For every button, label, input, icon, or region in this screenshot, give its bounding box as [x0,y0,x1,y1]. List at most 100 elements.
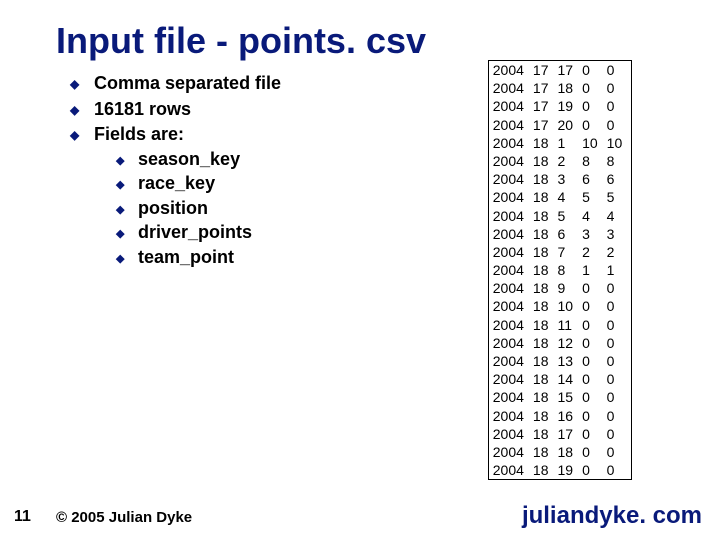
table-row: 2004181700 [491,425,629,443]
table-row: 200418288 [491,152,629,170]
table-cell: 16 [556,407,581,425]
table-row: 2004171800 [491,79,629,97]
table-cell: 4 [605,207,630,225]
table-row: 200418366 [491,170,629,188]
bullet-item: Comma separated file [70,72,420,95]
table-cell: 17 [556,61,581,79]
table-cell: 2004 [491,334,531,352]
table-cell: 0 [580,443,605,461]
bullet-item: Fields are: season_key race_key position… [70,123,420,268]
table-cell: 18 [531,134,556,152]
table-row: 2004181900 [491,461,629,479]
table-cell: 8 [556,261,581,279]
table-row: 2004171900 [491,97,629,115]
table-cell: 0 [605,316,630,334]
site-url: juliandyke. com [522,502,702,530]
table-cell: 2 [556,152,581,170]
bullet-text: Fields are: [94,124,184,144]
table-cell: 3 [580,225,605,243]
slide-title: Input file - points. csv [56,20,426,62]
table-cell: 0 [580,61,605,79]
table-cell: 0 [605,407,630,425]
table-row: 200418811 [491,261,629,279]
table-cell: 0 [605,388,630,406]
table-cell: 5 [556,207,581,225]
table-cell: 18 [531,479,556,480]
table-cell: 2004 [491,97,531,115]
table-cell: 18 [531,297,556,315]
table-cell: 0 [605,61,630,79]
sub-bullet-text: team_point [138,247,234,267]
table-row: 200418544 [491,207,629,225]
table-row: 2004181400 [491,370,629,388]
table-cell: 2004 [491,243,531,261]
table-cell: 13 [556,352,581,370]
table-row: 2004181800 [491,443,629,461]
table-row: 2004181000 [491,297,629,315]
table-cell: 18 [531,461,556,479]
table-cell: 2004 [491,79,531,97]
content-area: Comma separated file 16181 rows Fields a… [70,70,700,480]
table-row: 200418900 [491,279,629,297]
bullet-item: 16181 rows [70,98,420,121]
table-cell: 17 [531,79,556,97]
table-cell: 2004 [491,407,531,425]
table-cell: 0 [580,425,605,443]
table-cell: 18 [531,152,556,170]
table-row: 2004172000 [491,116,629,134]
bullet-text: 16181 rows [94,99,191,119]
sub-bullet-item: season_key [116,148,420,171]
table-cell: 18 [531,407,556,425]
table-cell: 0 [605,79,630,97]
table-row: 2004171700 [491,61,629,79]
table-cell: 2 [605,243,630,261]
table-cell: 18 [531,279,556,297]
table-cell: 5 [580,188,605,206]
table-cell: 17 [531,97,556,115]
table-row: 2004181100 [491,316,629,334]
table-cell: 2004 [491,116,531,134]
table-cell: 0 [580,388,605,406]
table-cell: 18 [531,207,556,225]
table-cell: 18 [531,334,556,352]
table-cell: 0 [580,352,605,370]
table-cell: 2004 [491,61,531,79]
table-cell: 18 [531,352,556,370]
table-cell: 0 [580,297,605,315]
table-cell: 0 [580,461,605,479]
table-cell: 0 [580,97,605,115]
table-cell: 18 [531,243,556,261]
sub-bullet-list: season_key race_key position driver_poin… [116,148,420,269]
table-cell: 4 [580,207,605,225]
table-cell: 10 [605,134,630,152]
bullet-list: Comma separated file 16181 rows Fields a… [70,72,420,268]
table-cell: 17 [556,425,581,443]
table-cell: 18 [531,225,556,243]
table-cell: 10 [580,134,605,152]
sub-bullet-text: driver_points [138,222,252,242]
table-row: 2004182000 [491,479,629,480]
table-cell: 0 [580,116,605,134]
bullet-text: Comma separated file [94,73,281,93]
copyright: © 2005 Julian Dyke [56,509,192,526]
table-cell: 15 [556,388,581,406]
table-cell: 18 [531,316,556,334]
table-cell: 12 [556,334,581,352]
table-cell: 20 [556,116,581,134]
table-cell: 2004 [491,170,531,188]
table-cell: 0 [605,334,630,352]
sub-bullet-text: season_key [138,149,240,169]
table-cell: 2004 [491,261,531,279]
table-cell: 2004 [491,279,531,297]
slide-number: 11 [14,508,31,526]
table-cell: 0 [605,425,630,443]
table-row: 200418633 [491,225,629,243]
data-box: 2004171700200417180020041719002004172000… [488,60,632,480]
sub-bullet-item: race_key [116,172,420,195]
table-cell: 3 [556,170,581,188]
table-cell: 0 [580,370,605,388]
table-cell: 0 [605,97,630,115]
table-row: 2004181500 [491,388,629,406]
table-cell: 5 [605,188,630,206]
sub-bullet-item: driver_points [116,221,420,244]
